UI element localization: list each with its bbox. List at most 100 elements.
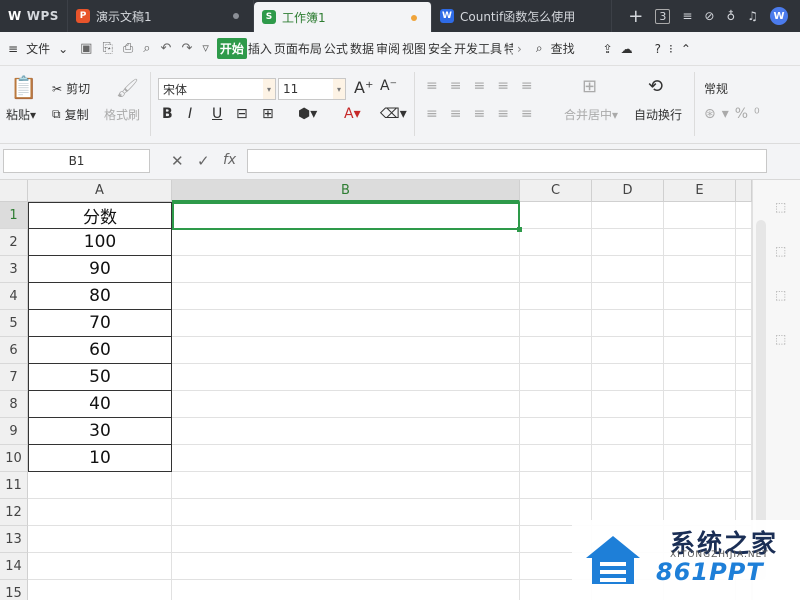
row-header[interactable]: 9 xyxy=(0,418,28,445)
font-size-select[interactable]: 11 ▾ xyxy=(278,78,346,100)
row-header[interactable]: 3 xyxy=(0,256,28,283)
side-icon[interactable]: ⬚ xyxy=(775,332,793,346)
row-header[interactable]: 11 xyxy=(0,472,28,499)
share-icon[interactable]: ⇪ xyxy=(599,42,617,56)
bell-icon[interactable]: ♫ xyxy=(747,9,758,23)
cell-a[interactable]: 80 xyxy=(28,283,172,310)
cell[interactable] xyxy=(664,256,736,283)
clear-format-icon[interactable]: ⌫▾ xyxy=(380,106,407,122)
cell[interactable] xyxy=(172,526,520,553)
menu-tab-review[interactable]: 审阅 xyxy=(375,40,401,57)
cell-a[interactable]: 10 xyxy=(28,445,172,472)
menu-tab-page-layout[interactable]: 页面布局 xyxy=(273,40,323,57)
cell-a[interactable]: 40 xyxy=(28,391,172,418)
font-name-select[interactable]: 宋体 ▾ xyxy=(158,78,276,100)
row-header[interactable]: 10 xyxy=(0,445,28,472)
cell[interactable] xyxy=(172,310,520,337)
cell[interactable] xyxy=(664,310,736,337)
menu-tab-home[interactable]: 开始 xyxy=(216,38,247,59)
cell[interactable] xyxy=(172,229,520,256)
active-cell-b1[interactable] xyxy=(172,202,522,232)
side-icon[interactable]: ⬚ xyxy=(775,244,793,258)
border-icon[interactable]: ⊞ xyxy=(262,106,274,122)
cell[interactable] xyxy=(172,418,520,445)
row-header[interactable]: 2 xyxy=(0,229,28,256)
increase-font-icon[interactable]: A⁺ xyxy=(354,78,373,97)
cell[interactable] xyxy=(172,283,520,310)
cell[interactable] xyxy=(520,337,592,364)
align-vertical-icons[interactable]: ≡≡≡≡≡ xyxy=(426,78,545,94)
cell[interactable] xyxy=(736,337,752,364)
cell[interactable] xyxy=(172,364,520,391)
cell[interactable] xyxy=(736,283,752,310)
customize-icon[interactable]: ▿ xyxy=(202,41,209,56)
cell[interactable] xyxy=(520,418,592,445)
cell[interactable] xyxy=(736,472,752,499)
preview-icon[interactable]: ⌕ xyxy=(143,41,150,56)
cell[interactable] xyxy=(664,337,736,364)
avatar[interactable]: W xyxy=(770,7,788,25)
cell[interactable] xyxy=(592,391,664,418)
cell-a[interactable]: 60 xyxy=(28,337,172,364)
more-icon[interactable]: ⁝ xyxy=(665,42,677,56)
cell[interactable] xyxy=(592,472,664,499)
align-horizontal-icons[interactable]: ≡≡≡≡≡ xyxy=(426,106,545,122)
save-icon[interactable]: ▣ xyxy=(80,41,92,56)
paste-icon[interactable]: 📋 xyxy=(10,76,37,101)
cell[interactable] xyxy=(736,202,752,229)
italic-icon[interactable]: I xyxy=(188,106,192,122)
cell[interactable] xyxy=(736,310,752,337)
cell[interactable] xyxy=(520,472,592,499)
wps-home-tab[interactable]: W WPS xyxy=(0,0,68,32)
row-header[interactable]: 12 xyxy=(0,499,28,526)
menu-tab-insert[interactable]: 插入 xyxy=(247,40,273,57)
menu-tab-formulas[interactable]: 公式 xyxy=(323,40,349,57)
cell[interactable] xyxy=(28,553,172,580)
row-header[interactable]: 5 xyxy=(0,310,28,337)
cell[interactable] xyxy=(736,256,752,283)
cell[interactable] xyxy=(592,229,664,256)
column-header-b[interactable]: B xyxy=(172,180,520,202)
number-format-icons[interactable]: ⊛▾%⁰ xyxy=(704,106,766,122)
format-painter-button[interactable]: 格式刷 xyxy=(104,106,140,123)
row-header[interactable]: 1 xyxy=(0,202,28,229)
search-button[interactable]: 查找 xyxy=(547,40,579,57)
menu-tab-security[interactable]: 安全 xyxy=(427,40,453,57)
cell-a[interactable]: 50 xyxy=(28,364,172,391)
cell[interactable] xyxy=(172,553,520,580)
tab-presentation[interactable]: P 演示文稿1 xyxy=(68,0,254,32)
strikethrough-icon[interactable]: ⊟ xyxy=(236,106,248,122)
side-icon[interactable]: ⬚ xyxy=(775,200,793,214)
copy-button[interactable]: ⧉ 复制 xyxy=(52,106,89,123)
cell[interactable] xyxy=(520,364,592,391)
cell[interactable] xyxy=(664,445,736,472)
tab-document[interactable]: W Countif函数怎么使用 xyxy=(432,0,612,32)
cell[interactable] xyxy=(736,391,752,418)
cell[interactable] xyxy=(172,391,520,418)
merge-center-button[interactable]: 合并居中 ▾ xyxy=(564,106,618,123)
cell[interactable] xyxy=(736,229,752,256)
cancel-icon[interactable]: ✕ xyxy=(171,152,184,170)
row-header[interactable]: 8 xyxy=(0,391,28,418)
cell[interactable] xyxy=(592,256,664,283)
side-icon[interactable]: ⬚ xyxy=(775,288,793,302)
formula-input[interactable] xyxy=(247,149,767,173)
cell[interactable] xyxy=(664,364,736,391)
insert-function-icon[interactable]: fx xyxy=(223,152,236,168)
add-tab-icon[interactable]: + xyxy=(628,6,643,27)
column-header-a[interactable]: A xyxy=(28,180,172,202)
cell[interactable] xyxy=(592,364,664,391)
fill-color-icon[interactable]: ⬢▾ xyxy=(298,106,317,122)
cell[interactable] xyxy=(520,445,592,472)
row-header[interactable]: 4 xyxy=(0,283,28,310)
column-header-d[interactable]: D xyxy=(592,180,664,202)
cell[interactable] xyxy=(172,472,520,499)
menu-tab-data[interactable]: 数据 xyxy=(349,40,375,57)
cell[interactable] xyxy=(520,391,592,418)
cell[interactable] xyxy=(172,337,520,364)
cell[interactable] xyxy=(592,283,664,310)
chevron-down-icon[interactable]: ⌄ xyxy=(54,42,72,56)
cell[interactable] xyxy=(664,418,736,445)
cell[interactable] xyxy=(172,499,520,526)
tab-workbook[interactable]: S 工作簿1 xyxy=(254,2,432,32)
